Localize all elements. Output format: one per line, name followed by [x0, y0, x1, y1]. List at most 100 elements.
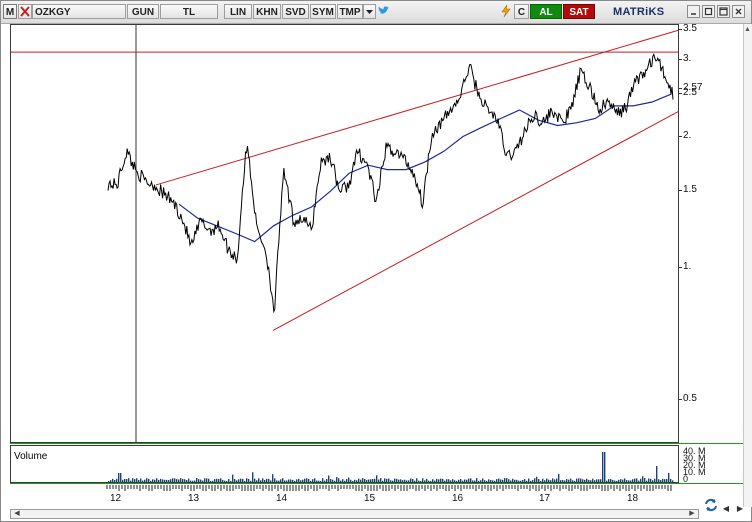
symbol-field[interactable]: OZKGY — [32, 4, 126, 19]
price-chart-pane[interactable] — [10, 24, 679, 443]
currency-button[interactable]: TL — [160, 4, 218, 19]
price-line — [107, 53, 674, 314]
volume-bar — [240, 478, 242, 482]
volume-bar — [184, 479, 186, 482]
volume-bar — [484, 480, 486, 482]
volume-bar — [262, 478, 264, 482]
volume-bar — [270, 480, 272, 482]
maximize-icon[interactable] — [717, 5, 730, 18]
minimize-icon[interactable] — [687, 5, 700, 18]
volume-bar — [532, 480, 534, 482]
volume-bar — [534, 478, 536, 482]
volume-label: Volume — [14, 451, 48, 462]
scroll-track[interactable] — [23, 511, 686, 517]
volume-bar — [360, 479, 362, 482]
volume-bar — [576, 478, 578, 482]
channel-lower-line — [272, 111, 678, 331]
svd-text: SVD — [285, 7, 306, 18]
volume-bar — [160, 479, 162, 482]
scroll-right-icon[interactable]: ▶ — [687, 510, 697, 518]
volume-bar — [208, 478, 210, 482]
scroll-left-icon[interactable]: ◀ — [12, 510, 22, 518]
year-label: 17 — [539, 493, 551, 504]
volume-bar — [642, 476, 644, 482]
tmp-button[interactable]: TMP — [337, 4, 363, 19]
buy-button[interactable]: AL — [530, 4, 562, 19]
volume-bar — [234, 478, 236, 482]
close-symbol-icon[interactable] — [18, 4, 32, 19]
dropdown-arrow-icon[interactable] — [363, 4, 376, 19]
volume-bar — [170, 479, 172, 482]
volume-bar — [210, 480, 212, 482]
price-axis: 3.5 3. 2.57 2.5 2. 1.5 1. 0.5 — [679, 24, 743, 443]
volume-bar — [586, 478, 588, 482]
volume-bar — [564, 480, 566, 482]
volume-bar — [290, 479, 292, 482]
volume-bar — [318, 480, 320, 482]
volume-bar — [142, 480, 144, 482]
twitter-icon[interactable] — [377, 4, 391, 19]
restore-icon[interactable] — [702, 5, 715, 18]
menu-button[interactable]: M — [3, 4, 17, 19]
volume-bar — [672, 480, 674, 482]
volume-bar — [202, 480, 204, 482]
volume-bar — [224, 480, 226, 482]
volume-bar — [494, 480, 496, 482]
volume-bar — [342, 479, 344, 482]
khn-button[interactable]: KHN — [253, 4, 281, 19]
volume-bar — [332, 479, 334, 482]
close-window-icon[interactable] — [732, 5, 745, 18]
logo-text: MATRiKS — [613, 6, 665, 18]
lightning-icon[interactable] — [499, 4, 513, 19]
volume-bar — [304, 478, 306, 482]
volume-bar — [656, 466, 658, 482]
linear-scale-button[interactable]: LIN — [224, 4, 252, 19]
volume-bar — [366, 479, 368, 482]
volume-bar — [422, 478, 424, 482]
volume-bar — [322, 478, 324, 482]
volume-bar — [348, 477, 350, 482]
volume-bar — [126, 478, 128, 482]
volume-bar — [288, 479, 290, 482]
volume-bar — [230, 480, 232, 482]
nav-left-icon[interactable]: ◀ — [721, 504, 731, 514]
khn-text: KHN — [256, 7, 278, 18]
scroll-up-icon[interactable]: ▲ — [744, 26, 751, 33]
volume-bar — [226, 480, 228, 482]
volume-bar — [502, 479, 504, 482]
horizontal-scrollbar[interactable]: ◀ ▶ — [10, 509, 699, 519]
volume-pane[interactable] — [10, 445, 679, 483]
vertical-scrollbar[interactable]: ▲ — [743, 24, 752, 507]
sell-button[interactable]: SAT — [563, 4, 595, 19]
price-tick-mark — [679, 398, 682, 400]
volume-bar — [390, 480, 392, 482]
volume-bar — [238, 479, 240, 482]
volume-bar — [392, 480, 394, 482]
volume-bar — [172, 478, 174, 482]
volume-bar — [356, 480, 358, 482]
volume-bar — [570, 478, 572, 482]
volume-bar — [110, 480, 112, 482]
volume-bar — [462, 480, 464, 482]
volume-bar — [286, 480, 288, 482]
volume-bar — [456, 480, 458, 482]
volume-bar — [114, 480, 116, 482]
volume-bar — [496, 479, 498, 482]
refresh-icon[interactable] — [703, 497, 719, 513]
volume-bar — [520, 480, 522, 482]
period-button[interactable]: GUN — [127, 4, 159, 19]
volume-bar — [492, 480, 494, 482]
volume-bar — [164, 479, 166, 482]
volume-bar — [186, 480, 188, 482]
svd-button[interactable]: SVD — [282, 4, 309, 19]
volume-bar — [362, 478, 364, 482]
volume-bar — [190, 480, 192, 482]
volume-bar — [266, 478, 268, 482]
c-button[interactable]: C — [514, 4, 529, 19]
volume-bar — [636, 478, 638, 482]
volume-bar — [506, 478, 508, 482]
volume-bar — [272, 474, 274, 482]
volume-bar — [606, 480, 608, 482]
volume-bar — [590, 480, 592, 482]
sym-button[interactable]: SYM — [310, 4, 336, 19]
